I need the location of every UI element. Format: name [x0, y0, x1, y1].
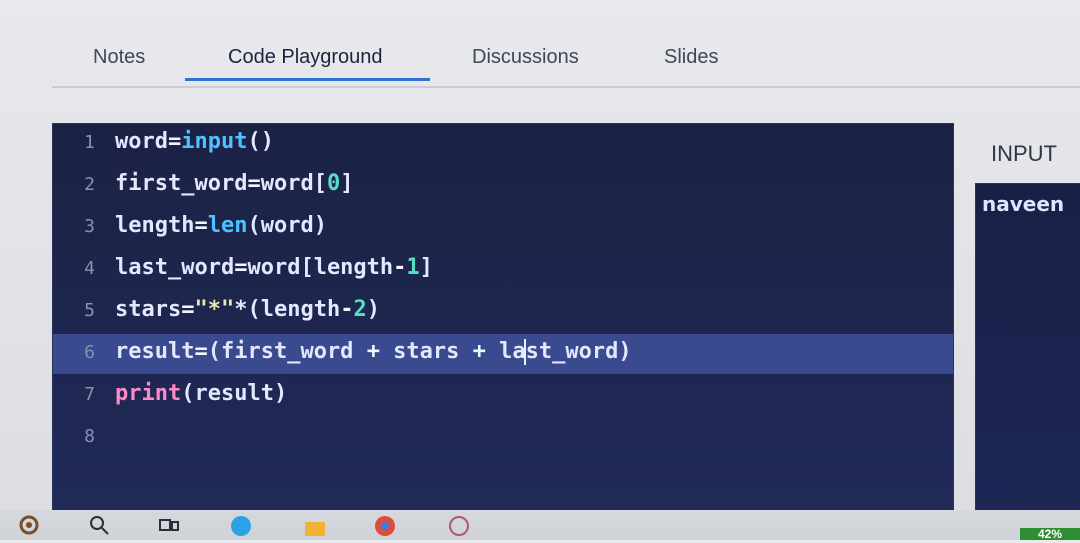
- line-number: 6: [84, 342, 95, 363]
- code-line[interactable]: 1 word=input(): [53, 124, 953, 164]
- tab-slides[interactable]: Slides: [664, 46, 718, 69]
- line-number: 4: [84, 258, 95, 279]
- code-line-current[interactable]: 6 result=(first_word + stars + last_word…: [53, 334, 953, 374]
- task-view-icon[interactable]: [156, 512, 182, 538]
- line-number: 1: [84, 132, 95, 153]
- line-number: 2: [84, 174, 95, 195]
- code-editor[interactable]: 1 word=input() 2 first_word=word[0] 3 le…: [52, 123, 954, 512]
- file-explorer-icon[interactable]: [302, 512, 328, 538]
- code-text: print(result): [115, 381, 288, 406]
- battery-indicator[interactable]: 42%: [1020, 528, 1080, 540]
- line-number: 5: [84, 300, 95, 321]
- input-textarea[interactable]: naveen: [975, 183, 1080, 512]
- tab-notes[interactable]: Notes: [93, 46, 145, 69]
- code-line[interactable]: 3 length=len(word): [53, 208, 953, 248]
- input-panel: INPUT naveen: [975, 123, 1080, 512]
- tab-code-playground[interactable]: Code Playground: [228, 46, 383, 69]
- code-line[interactable]: 8: [53, 418, 953, 458]
- code-text: last_word=word[length-1]: [115, 255, 433, 280]
- code-line[interactable]: 2 first_word=word[0]: [53, 166, 953, 206]
- code-text: result=(first_word + stars + last_word): [115, 339, 632, 365]
- taskbar: 42%: [0, 510, 1080, 540]
- line-number: 3: [84, 216, 95, 237]
- app-icon[interactable]: [446, 512, 472, 538]
- code-line[interactable]: 7 print(result): [53, 376, 953, 416]
- active-tab-indicator: [185, 78, 430, 81]
- code-text: first_word=word[0]: [115, 171, 354, 196]
- input-value: naveen: [982, 192, 1065, 216]
- chrome-icon[interactable]: [372, 512, 398, 538]
- line-number: 8: [84, 426, 95, 447]
- code-text: word=input(): [115, 129, 274, 154]
- code-line[interactable]: 5 stars="*"*(length-2): [53, 292, 953, 332]
- code-text: length=len(word): [115, 213, 327, 238]
- code-line[interactable]: 4 last_word=word[length-1]: [53, 250, 953, 290]
- code-text: stars="*"*(length-2): [115, 297, 380, 322]
- settings-icon[interactable]: [16, 512, 42, 538]
- tab-bar: Notes Code Playground Discussions Slides: [52, 30, 1080, 88]
- tab-discussions[interactable]: Discussions: [472, 46, 579, 69]
- line-number: 7: [84, 384, 95, 405]
- edge-browser-icon[interactable]: [228, 512, 254, 538]
- input-label: INPUT: [991, 141, 1057, 166]
- text-cursor: [523, 339, 526, 365]
- search-icon[interactable]: [86, 512, 112, 538]
